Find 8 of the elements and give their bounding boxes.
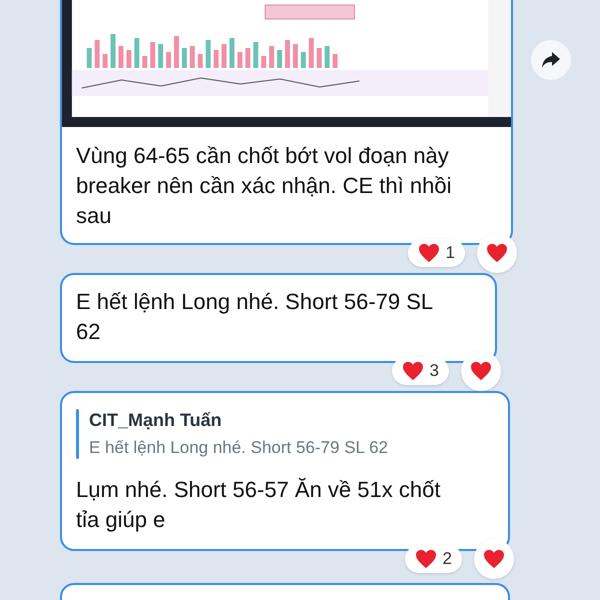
reaction-pill[interactable]: 1 bbox=[408, 239, 465, 267]
message-text: Vùng 64-65 cần chốt bớt vol đoạn này breaker nên cần xác nhận. CE thì nhồi sau bbox=[76, 142, 452, 230]
message-text: E hết lệnh Long nhé. Short 56-79 SL 62 bbox=[76, 288, 434, 346]
message-text: Lụm nhé. Short 56-57 Ăn về 51x chốt tỉa giúp e bbox=[76, 476, 442, 534]
reply-author: CIT_Mạnh Tuấn bbox=[89, 409, 223, 431]
reaction-pill[interactable]: 2 bbox=[404, 545, 462, 573]
reaction-pill[interactable]: 3 bbox=[392, 357, 449, 385]
reply-text: E hết lệnh Long nhé. Short 56-79 SL 62 bbox=[89, 437, 388, 459]
